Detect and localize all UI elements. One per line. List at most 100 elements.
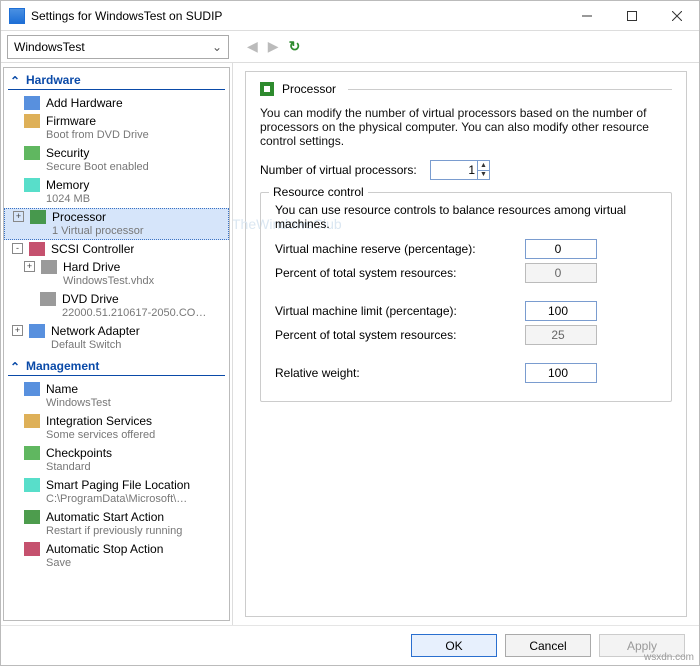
sidebar-item-checkpoints[interactable]: CheckpointsStandard — [4, 444, 229, 476]
sidebar-item-processor[interactable]: +Processor1 Virtual processor — [4, 208, 229, 240]
panel-title-row: Processor — [260, 82, 672, 96]
row-limit: Virtual machine limit (percentage): 100 — [275, 301, 657, 321]
reserve-label: Virtual machine reserve (percentage): — [275, 242, 525, 256]
item-icon — [24, 114, 40, 128]
group-desc: You can use resource controls to balance… — [275, 203, 657, 231]
close-button[interactable] — [654, 1, 699, 31]
sidebar-tree[interactable]: ⌃HardwareAdd HardwareFirmwareBoot from D… — [3, 67, 230, 621]
cancel-label: Cancel — [529, 639, 566, 653]
sidebar-item-firmware[interactable]: FirmwareBoot from DVD Drive — [4, 112, 229, 144]
app-icon — [9, 8, 25, 24]
row-limit-sys: Percent of total system resources: 25 — [275, 325, 657, 345]
spin-down-icon[interactable]: ▼ — [478, 171, 489, 180]
sidebar-item-add-hardware[interactable]: Add Hardware — [4, 94, 229, 112]
section-caret-icon: ⌃ — [10, 74, 20, 84]
vm-selector[interactable]: WindowsTest ⌄ — [7, 35, 229, 59]
spinner[interactable]: ▲▼ — [477, 161, 489, 179]
item-label: Name — [46, 382, 111, 396]
nav-back-icon[interactable]: ◀ — [247, 38, 258, 55]
sidebar-item-automatic-stop-action[interactable]: Automatic Stop ActionSave — [4, 540, 229, 572]
item-icon — [24, 178, 40, 192]
item-sublabel: WindowsTest — [46, 396, 111, 410]
reserve-sys-display: 0 — [525, 263, 597, 283]
chevron-down-icon: ⌄ — [212, 40, 222, 54]
processor-panel: TheWindowsClub Processor You can modify … — [245, 71, 687, 617]
item-sublabel: C:\ProgramData\Microsoft\Windo... — [46, 492, 196, 506]
expander-icon[interactable]: - — [12, 243, 23, 254]
expander-icon[interactable]: + — [13, 211, 24, 222]
item-label: Hard Drive — [63, 260, 154, 274]
item-icon — [40, 292, 56, 306]
ok-label: OK — [445, 639, 462, 653]
limit-label: Virtual machine limit (percentage): — [275, 304, 525, 318]
sidebar-item-dvd-drive[interactable]: DVD Drive22000.51.210617-2050.CO_R... — [4, 290, 229, 322]
spin-up-icon[interactable]: ▲ — [478, 161, 489, 171]
limit-input[interactable]: 100 — [525, 301, 597, 321]
num-vp-label: Number of virtual processors: — [260, 163, 430, 177]
sidebar-item-integration-services[interactable]: Integration ServicesSome services offere… — [4, 412, 229, 444]
reserve-input[interactable]: 0 — [525, 239, 597, 259]
row-reserve-sys: Percent of total system resources: 0 — [275, 263, 657, 283]
item-icon — [24, 414, 40, 428]
item-sublabel: Default Switch — [51, 338, 140, 352]
item-label: Smart Paging File Location — [46, 478, 196, 492]
item-sublabel: Standard — [46, 460, 112, 474]
panel-description: You can modify the number of virtual pro… — [260, 106, 672, 148]
site-watermark: wsxdn.com — [644, 652, 694, 663]
content-area: TheWindowsClub Processor You can modify … — [233, 63, 699, 625]
toolbar: WindowsTest ⌄ ◀ ▶ ↻ — [1, 31, 699, 63]
sidebar-item-scsi-controller[interactable]: - SCSI Controller — [4, 240, 229, 258]
section-caret-icon: ⌃ — [10, 360, 20, 370]
item-sublabel: 1024 MB — [46, 192, 90, 206]
item-label: Automatic Stop Action — [46, 542, 163, 556]
item-icon — [24, 146, 40, 160]
sidebar-item-security[interactable]: SecuritySecure Boot enabled — [4, 144, 229, 176]
item-icon — [30, 210, 46, 224]
expander-icon[interactable]: + — [12, 325, 23, 336]
item-icon — [24, 510, 40, 524]
vm-selector-label: WindowsTest — [14, 40, 85, 54]
ok-button[interactable]: OK — [411, 634, 497, 657]
sidebar-item-smart-paging-file-location[interactable]: Smart Paging File LocationC:\ProgramData… — [4, 476, 229, 508]
sidebar-item-hard-drive[interactable]: +Hard DriveWindowsTest.vhdx — [4, 258, 229, 290]
section-management: ⌃Management — [8, 356, 225, 376]
item-label: Network Adapter — [51, 324, 140, 338]
item-icon — [24, 96, 40, 110]
reserve-sys-label: Percent of total system resources: — [275, 266, 525, 280]
maximize-button[interactable] — [609, 1, 654, 31]
limit-sys-label: Percent of total system resources: — [275, 328, 525, 342]
sidebar: ⌃HardwareAdd HardwareFirmwareBoot from D… — [1, 63, 233, 625]
apply-label: Apply — [627, 639, 657, 653]
item-icon — [24, 478, 40, 492]
sidebar-item-network-adapter[interactable]: + Network AdapterDefault Switch — [4, 322, 229, 354]
weight-label: Relative weight: — [275, 366, 525, 380]
item-sublabel: Boot from DVD Drive — [46, 128, 149, 142]
sidebar-item-name[interactable]: NameWindowsTest — [4, 380, 229, 412]
reserve-sys-value: 0 — [555, 266, 562, 280]
minimize-button[interactable] — [564, 1, 609, 31]
item-sublabel: 22000.51.210617-2050.CO_R... — [62, 306, 212, 320]
cancel-button[interactable]: Cancel — [505, 634, 591, 657]
reserve-value: 0 — [555, 242, 562, 256]
item-sublabel: Secure Boot enabled — [46, 160, 149, 174]
num-vp-input[interactable]: 1 ▲▼ — [430, 160, 490, 180]
expander-icon[interactable]: + — [24, 261, 35, 272]
sidebar-item-memory[interactable]: Memory1024 MB — [4, 176, 229, 208]
refresh-icon[interactable]: ↻ — [289, 38, 301, 55]
nav-icons: ◀ ▶ ↻ — [235, 38, 300, 55]
nav-forward-icon[interactable]: ▶ — [268, 38, 279, 55]
limit-sys-display: 25 — [525, 325, 597, 345]
processor-icon — [260, 82, 274, 96]
item-label: Firmware — [46, 114, 149, 128]
group-title: Resource control — [269, 185, 368, 199]
item-label: DVD Drive — [62, 292, 212, 306]
item-label: Memory — [46, 178, 90, 192]
item-label: SCSI Controller — [51, 242, 134, 256]
panel-title: Processor — [282, 82, 336, 96]
item-label: Automatic Start Action — [46, 510, 182, 524]
weight-input[interactable]: 100 — [525, 363, 597, 383]
sidebar-item-automatic-start-action[interactable]: Automatic Start ActionRestart if previou… — [4, 508, 229, 540]
item-label: Integration Services — [46, 414, 155, 428]
resource-control-group: Resource control You can use resource co… — [260, 192, 672, 402]
row-weight: Relative weight: 100 — [275, 363, 657, 383]
